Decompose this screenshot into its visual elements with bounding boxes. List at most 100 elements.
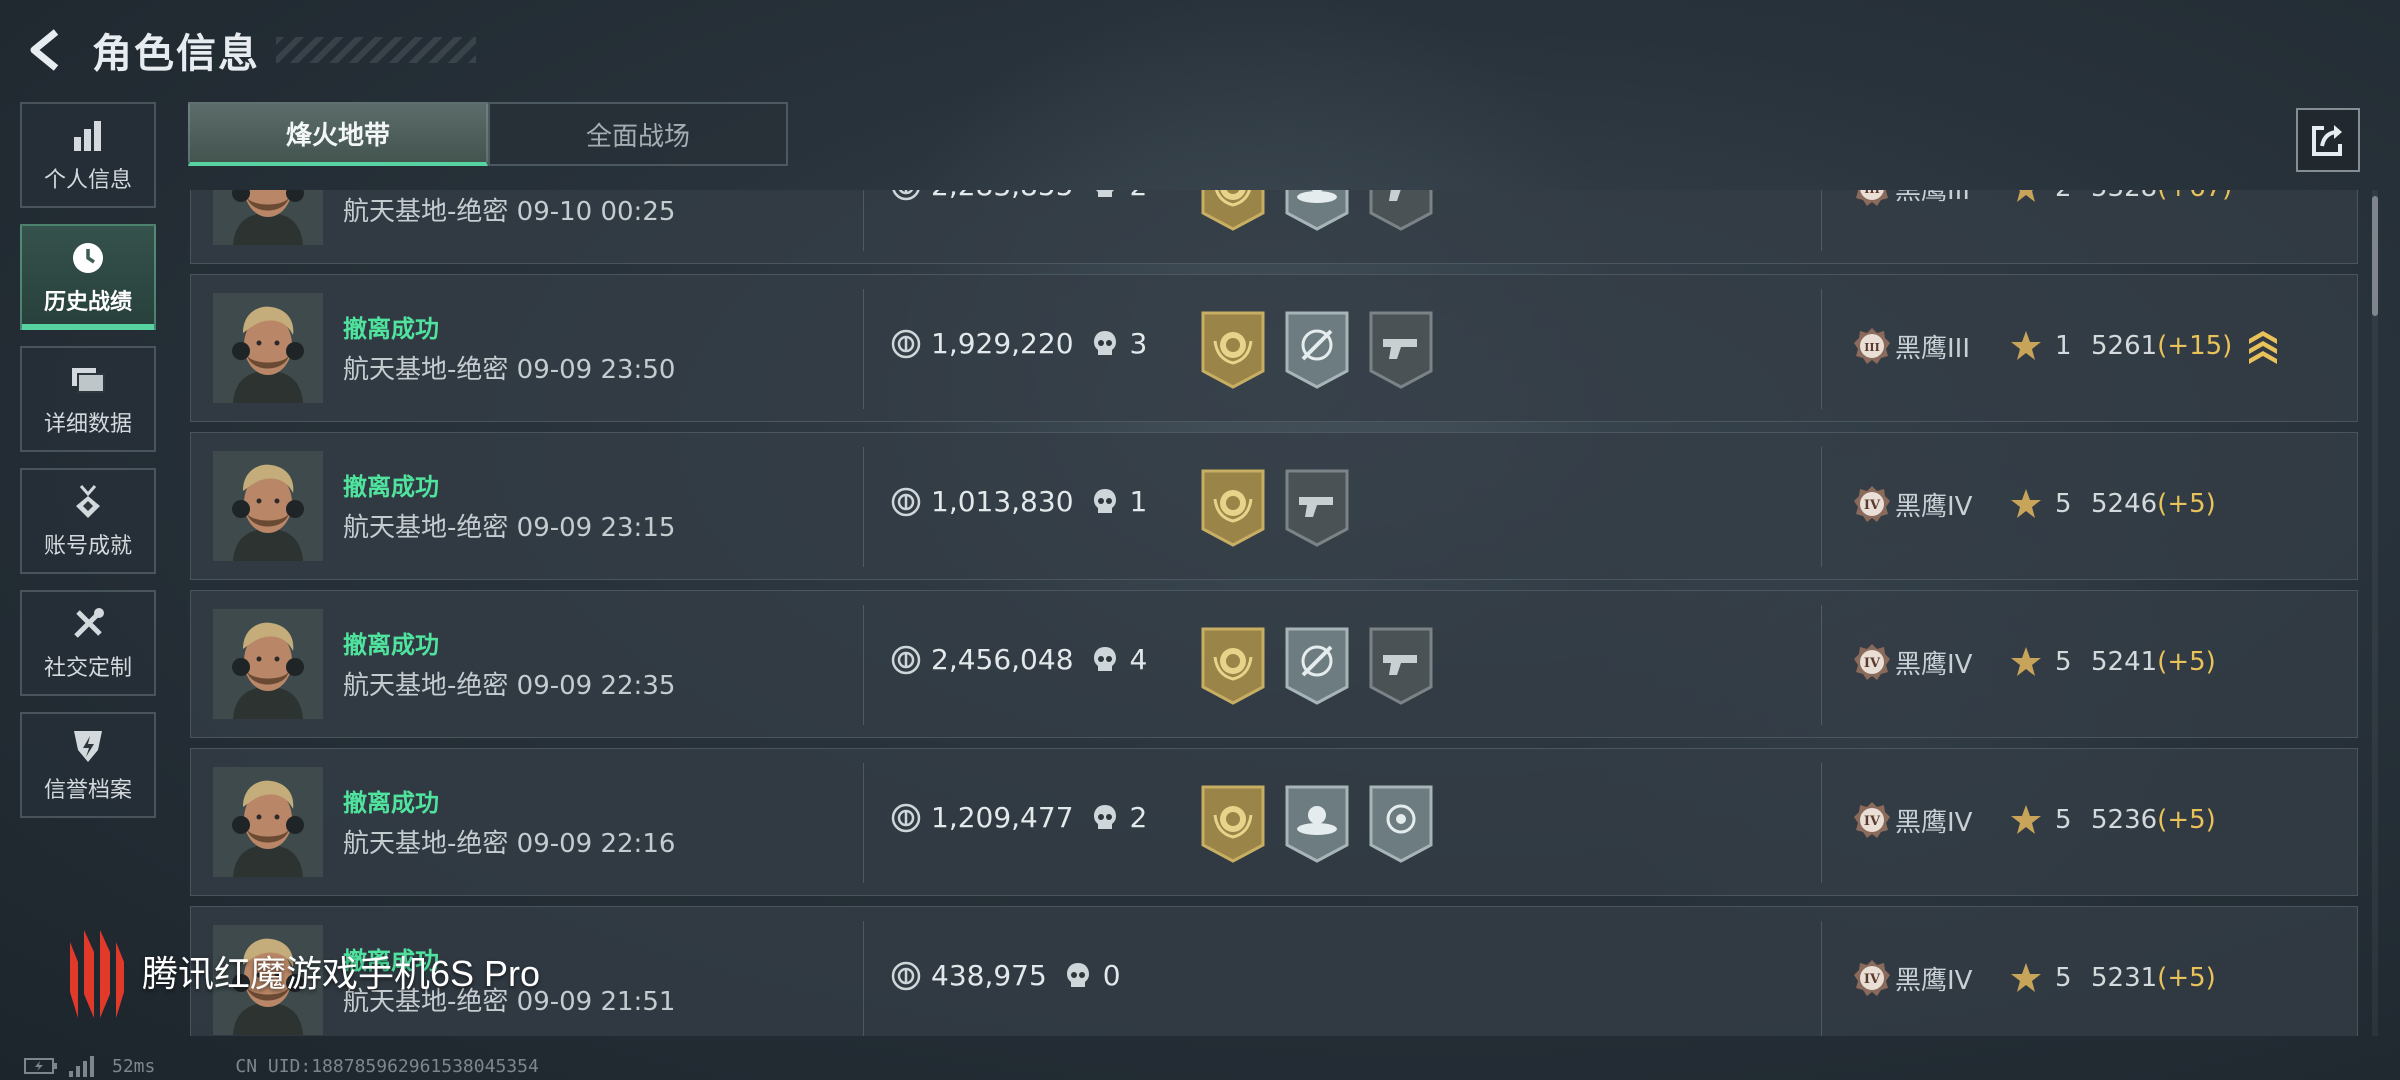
svg-text:IV: IV — [1864, 498, 1881, 513]
rank-score: 5231(+5) — [2091, 963, 2216, 993]
rank-group: IV 黑鹰IV 5 5241(+5) — [1853, 643, 2216, 681]
coin-icon — [891, 961, 921, 991]
sidebar-item-label: 个人信息 — [43, 168, 132, 193]
score-value: 5246 — [2091, 489, 2158, 519]
clock-icon — [68, 238, 108, 278]
star-icon — [2009, 803, 2043, 837]
svg-text:III: III — [1864, 190, 1879, 196]
svg-text:IV: IV — [1864, 656, 1881, 671]
divider — [1821, 763, 1822, 883]
score-value: 5328 — [2091, 190, 2157, 203]
badge-group — [1199, 311, 1451, 389]
map-and-time: 航天基地-绝密 09-09 23:15 — [343, 507, 675, 544]
rank-emblem-icon: IV — [1853, 801, 1891, 839]
back-button[interactable] — [24, 20, 68, 80]
tab-firezone[interactable]: 烽火地带 — [188, 102, 488, 166]
tab-full-battlefield[interactable]: 全面战场 — [488, 102, 788, 166]
sidebar-item-social[interactable]: 社交定制 — [20, 590, 156, 696]
skull-icon — [1092, 487, 1118, 517]
rank-emblem-icon: III — [1853, 327, 1891, 365]
divider — [1821, 447, 1822, 567]
score-value: 5236 — [2091, 805, 2158, 835]
star-icon — [2009, 645, 2043, 679]
rank-name: 黑鹰IV — [1895, 491, 1973, 522]
sidebar-item-detailed-data[interactable]: 详细数据 — [20, 346, 156, 452]
match-row[interactable]: 撤离成功航天基地-绝密 09-10 00:252,283,8552III黑鹰II… — [190, 190, 2358, 264]
rank-name: 黑鹰IV — [1895, 965, 1973, 996]
badge-group — [1199, 785, 1451, 863]
coin-icon — [891, 329, 921, 359]
match-time: 09-09 23:15 — [516, 513, 676, 543]
match-time: 09-09 22:16 — [516, 829, 676, 859]
loot-value-group: 1,013,830 1 — [891, 485, 1147, 518]
rank-group: IV 黑鹰IV 5 5236(+5) — [1853, 801, 2216, 839]
extraction-status: 撤离成功 — [343, 473, 439, 501]
status-footer: 52ms CN UID:18878596296153804535​4 — [24, 1054, 539, 1078]
gold-laurel-badge-icon[interactable] — [1199, 627, 1267, 705]
silver-crosshair-badge-icon[interactable] — [1283, 311, 1351, 389]
gray-gun-badge-icon[interactable] — [1367, 190, 1435, 231]
gray-gun-badge-icon[interactable] — [1283, 469, 1351, 547]
folder-icon — [68, 360, 108, 400]
match-row[interactable]: 撤离成功 航天基地-绝密 09-09 22:16 1,209,477 2 IV 黑鹰IV 5… — [190, 748, 2358, 896]
score-value: 5231 — [2091, 963, 2158, 993]
rank-group: III 黑鹰III 1 5261(+15) — [1853, 327, 2280, 365]
rank-emblem-icon: IV — [1853, 485, 1891, 523]
loot-value: 2,283,855 — [931, 190, 1074, 202]
operator-avatar — [213, 293, 323, 403]
rank-score: 5241(+5) — [2091, 647, 2216, 677]
rank-name: 黑鹰III — [1895, 190, 1971, 206]
operator-avatar — [213, 767, 323, 877]
silver-hand-badge-icon[interactable] — [1283, 785, 1351, 863]
match-row[interactable]: 撤离成功航天基地-绝密 09-09 23:15 1,013,830 1 IV 黑鹰IV 5… — [190, 432, 2358, 580]
coin-icon — [891, 645, 921, 675]
map-and-time: 航天基地-绝密 09-09 22:35 — [343, 665, 675, 702]
rank-score: 5246(+5) — [2091, 489, 2216, 519]
score-value: 5261 — [2091, 331, 2158, 361]
gray-gun-badge-icon[interactable] — [1367, 627, 1435, 705]
match-row[interactable]: 撤离成功 航天基地-绝密 09-09 23:50 1,929,220 3 III 黑鹰II… — [190, 274, 2358, 422]
score-delta: (+5) — [2157, 647, 2216, 677]
divider — [863, 447, 864, 567]
watermark-text: 腾讯红魔游戏手机6S Pro — [142, 953, 541, 994]
loot-value: 2,456,048 — [931, 643, 1074, 676]
gold-laurel-badge-icon[interactable] — [1199, 311, 1267, 389]
match-row[interactable]: 撤离成功 航天基地-绝密 09-09 22:35 2,456,048 4 IV 黑鹰IV 5… — [190, 590, 2358, 738]
skull-icon — [1092, 803, 1118, 833]
silver-hand-badge-icon[interactable] — [1283, 190, 1351, 231]
match-history-list: 撤离成功航天基地-绝密 09-10 00:252,283,8552III黑鹰II… — [188, 190, 2360, 1036]
scrollbar-thumb[interactable] — [2372, 196, 2378, 316]
sidebar-item-label: 账号成就 — [43, 534, 132, 559]
rank-name: 黑鹰IV — [1895, 807, 1973, 838]
gold-laurel-badge-icon[interactable] — [1199, 190, 1267, 231]
divider — [1821, 289, 1822, 409]
map-and-time: 航天基地-绝密 09-10 00:25 — [343, 191, 675, 228]
sidebar-item-reputation[interactable]: 信誉档案 — [20, 712, 156, 818]
loot-value-group: 2,283,855 2 — [891, 190, 1147, 202]
sidebar-item-personal-info[interactable]: 个人信息 — [20, 102, 156, 208]
kill-count: 3 — [1129, 327, 1148, 360]
sidebar-item-label: 社交定制 — [43, 656, 132, 681]
scrollbar[interactable] — [2372, 190, 2378, 1036]
kill-count: 2 — [1129, 801, 1148, 834]
star-icon — [2009, 190, 2043, 205]
gray-gun-badge-icon[interactable] — [1367, 311, 1435, 389]
silver-crosshair-badge-icon[interactable] — [1283, 627, 1351, 705]
gold-laurel-badge-icon[interactable] — [1199, 469, 1267, 547]
gold-laurel-badge-icon[interactable] — [1199, 785, 1267, 863]
extraction-status: 撤离成功 — [343, 315, 439, 343]
sidebar-item-history[interactable]: 历史战绩 — [20, 224, 156, 330]
promotion-chevron-icon — [2246, 327, 2280, 365]
signal-icon — [69, 1056, 94, 1077]
skull-icon — [1065, 961, 1091, 991]
sidebar-item-achievements[interactable]: 账号成就 — [20, 468, 156, 574]
silver-target-badge-icon[interactable] — [1367, 785, 1435, 863]
star-count: 1 — [2055, 331, 2072, 361]
map-name: 航天基地-绝密 — [343, 513, 509, 543]
badge-group — [1199, 627, 1451, 705]
map-name: 航天基地-绝密 — [343, 197, 509, 227]
rank-group: IV 黑鹰IV 5 5231(+5) — [1853, 959, 2216, 997]
svg-text:III: III — [1864, 341, 1879, 354]
mode-tabs: 烽火地带 全面战场 — [188, 102, 788, 166]
share-button[interactable] — [2296, 108, 2360, 172]
